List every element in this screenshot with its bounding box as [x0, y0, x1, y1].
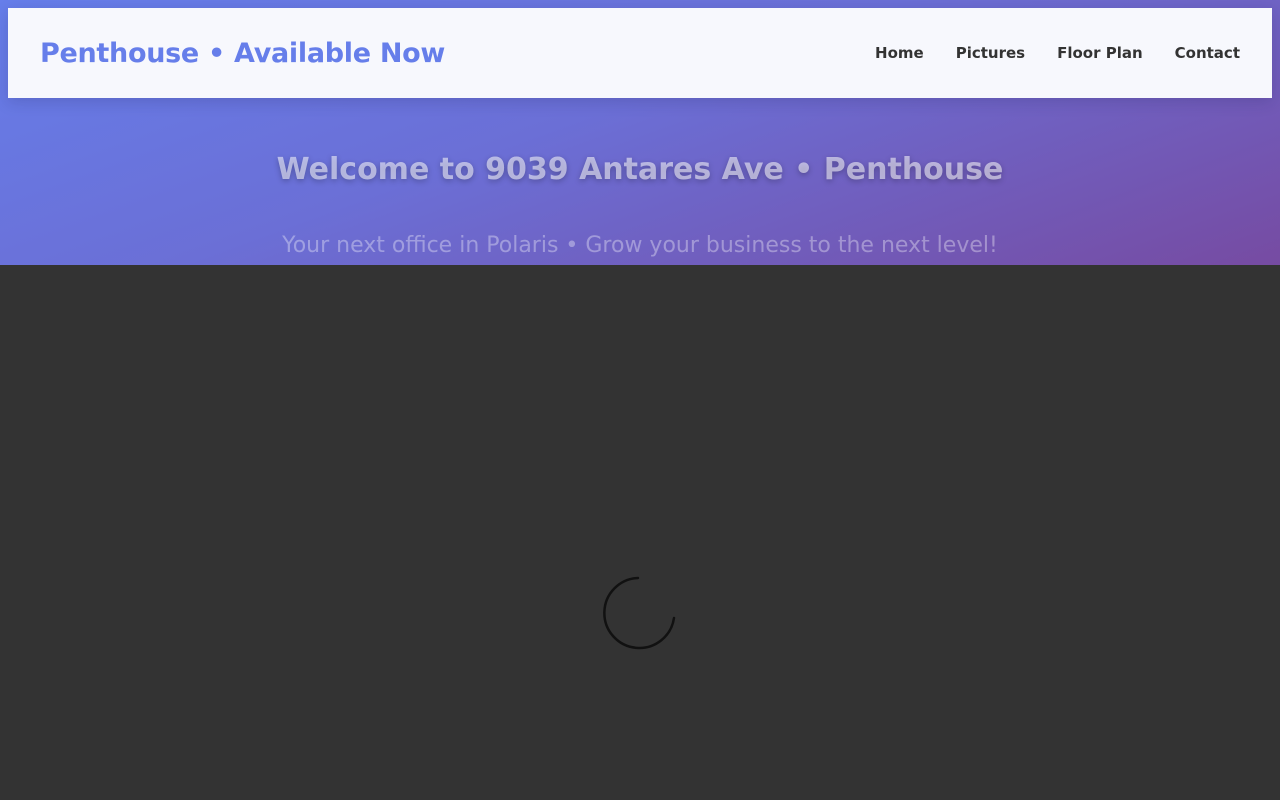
- navbar: Penthouse • Available Now Home Pictures …: [8, 8, 1272, 98]
- nav-link-floor-plan[interactable]: Floor Plan: [1057, 44, 1143, 62]
- hero-subtitle: Your next office in Polaris • Grow your …: [282, 233, 998, 258]
- site-brand[interactable]: Penthouse • Available Now: [40, 38, 445, 69]
- nav-links: Home Pictures Floor Plan Contact: [875, 44, 1240, 62]
- nav-link-home[interactable]: Home: [875, 44, 924, 62]
- spinner-icon: [603, 576, 676, 650]
- hero-title: Welcome to 9039 Antares Ave • Penthouse: [276, 152, 1004, 187]
- nav-link-contact[interactable]: Contact: [1175, 44, 1240, 62]
- nav-link-pictures[interactable]: Pictures: [956, 44, 1025, 62]
- hero-section: Penthouse • Available Now Home Pictures …: [0, 0, 1280, 265]
- loading-overlay: [0, 265, 1280, 800]
